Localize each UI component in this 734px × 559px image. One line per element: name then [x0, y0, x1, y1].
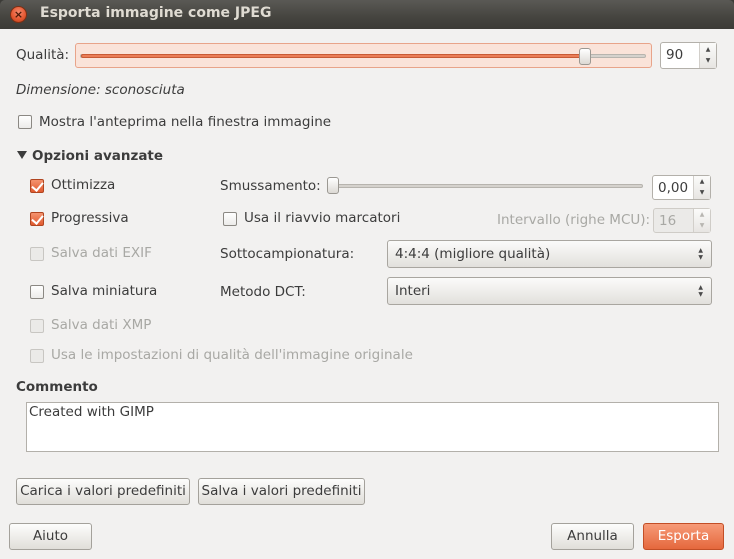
thumbnail-label[interactable]: Salva miniatura: [51, 283, 157, 299]
restart-markers-label[interactable]: Usa il riavvio marcatori: [244, 210, 400, 226]
original-quality-label: Usa le impostazioni di qualità dell'imma…: [51, 347, 413, 363]
spin-down-icon: ▼: [699, 222, 705, 229]
dialog-content: Qualità: 90 ▲ ▼ Dimensione: sconosciuta …: [0, 29, 734, 559]
combo-arrows-icon: ▲ ▼: [698, 247, 703, 261]
smoothing-spinbutton[interactable]: 0,00 ▲ ▼: [652, 175, 711, 200]
spin-up-icon: ▲: [699, 211, 705, 218]
export-button[interactable]: Esporta: [643, 523, 724, 550]
save-defaults-button[interactable]: Salva i valori predefiniti: [198, 478, 365, 505]
spin-up-icon[interactable]: ▲: [694, 178, 710, 186]
thumbnail-checkbox[interactable]: [30, 285, 44, 299]
preview-label[interactable]: Mostra l'anteprima nella finestra immagi…: [39, 114, 331, 130]
help-button[interactable]: Aiuto: [9, 523, 92, 550]
combo-arrows-icon: ▲ ▼: [698, 284, 703, 298]
dct-value: Interi: [395, 283, 431, 299]
smoothing-value: 0,00: [658, 180, 689, 196]
xmp-label: Salva dati XMP: [51, 317, 152, 333]
exif-label: Salva dati EXIF: [51, 245, 152, 261]
progressive-label[interactable]: Progressiva: [51, 210, 129, 226]
quality-slider-handle[interactable]: [579, 48, 591, 65]
spin-down-icon[interactable]: ▼: [694, 189, 710, 197]
smoothing-spin-arrows[interactable]: ▲ ▼: [693, 176, 710, 199]
interval-spin-arrows: ▲ ▼: [693, 209, 710, 232]
progressive-checkbox[interactable]: [30, 212, 44, 226]
optimize-checkbox[interactable]: [30, 179, 44, 193]
subsampling-combo[interactable]: 4:4:4 (migliore qualità) ▲ ▼: [387, 240, 712, 268]
interval-label: Intervallo (righe MCU):: [497, 212, 651, 228]
quality-value: 90: [666, 47, 684, 63]
preview-checkbox[interactable]: [18, 115, 32, 129]
quality-spin-arrows[interactable]: ▲ ▼: [699, 43, 716, 68]
restart-markers-checkbox[interactable]: [223, 212, 237, 226]
dct-label: Metodo DCT:: [220, 284, 306, 300]
smoothing-slider-track[interactable]: [333, 184, 643, 188]
spin-up-icon[interactable]: ▲: [700, 46, 716, 54]
quality-slider-fill: [81, 54, 584, 58]
expander-arrow-icon[interactable]: [17, 151, 27, 159]
size-label: Dimensione: sconosciuta: [16, 82, 185, 98]
exif-checkbox: [30, 247, 44, 261]
xmp-checkbox: [30, 319, 44, 333]
quality-slider[interactable]: [75, 43, 652, 68]
comment-label: Commento: [16, 379, 98, 395]
window-title: Esporta immagine come JPEG: [40, 5, 272, 21]
comment-text: Created with GIMP: [29, 404, 154, 420]
advanced-options-expander[interactable]: Opzioni avanzate: [32, 148, 163, 164]
quality-spinbutton[interactable]: 90 ▲ ▼: [660, 42, 717, 69]
spin-down-icon[interactable]: ▼: [700, 57, 716, 65]
subsampling-label: Sottocampionatura:: [220, 246, 355, 262]
smoothing-slider-handle[interactable]: [327, 177, 339, 194]
title-bar: × Esporta immagine come JPEG: [0, 0, 734, 29]
optimize-label[interactable]: Ottimizza: [51, 177, 115, 193]
dct-method-combo[interactable]: Interi ▲ ▼: [387, 277, 712, 305]
cancel-button[interactable]: Annulla: [551, 523, 634, 550]
original-quality-checkbox: [30, 349, 44, 363]
quality-label: Qualità:: [16, 47, 70, 63]
close-window-button[interactable]: ×: [10, 6, 27, 23]
load-defaults-button[interactable]: Carica i valori predefiniti: [16, 478, 190, 505]
smoothing-label: Smussamento:: [220, 178, 321, 194]
close-icon: ×: [13, 8, 24, 21]
subsampling-value: 4:4:4 (migliore qualità): [395, 246, 551, 262]
export-jpeg-dialog: × Esporta immagine come JPEG Qualità: 90…: [0, 0, 734, 559]
quality-slider-track: [80, 54, 646, 58]
interval-value: 16: [659, 213, 677, 229]
interval-spinbutton: 16 ▲ ▼: [653, 208, 711, 233]
comment-textarea[interactable]: Created with GIMP: [26, 402, 719, 452]
